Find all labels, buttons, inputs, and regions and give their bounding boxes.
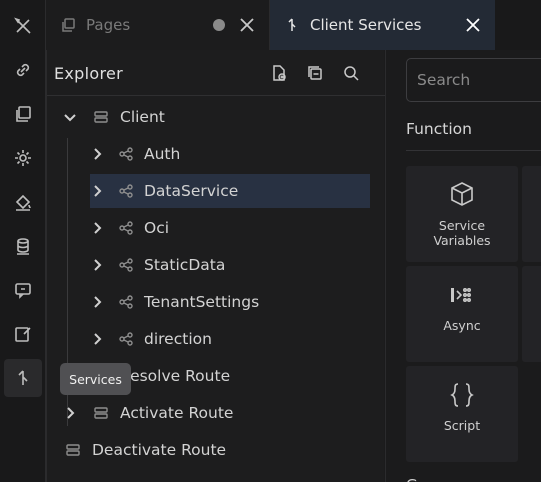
card-partial[interactable] <box>522 166 541 262</box>
close-icon[interactable] <box>239 17 255 33</box>
next-section-title: G <box>406 476 418 482</box>
card-service-variables[interactable]: Service Variables <box>406 166 518 262</box>
tree-item-label: Auth <box>144 145 181 163</box>
edit-icon[interactable] <box>4 315 42 353</box>
chevron-right-icon[interactable] <box>90 258 104 272</box>
new-file-icon[interactable] <box>270 64 288 82</box>
database-icon[interactable] <box>4 227 42 265</box>
tab-bar: Pages Client Services <box>46 0 541 50</box>
tools-icon[interactable] <box>4 7 42 45</box>
toolbox-panel: Function Service Variables Async Script … <box>385 50 541 482</box>
chevron-right-icon[interactable] <box>90 295 104 309</box>
card-label: Async <box>443 318 481 333</box>
server-icon <box>65 442 81 458</box>
tab-label: Pages <box>86 16 131 34</box>
services-icon <box>284 17 300 33</box>
service-node-icon <box>118 331 134 347</box>
cube-icon <box>447 180 477 210</box>
tree-item-label: Resolve Route <box>120 367 231 385</box>
card-label: Script <box>443 418 481 433</box>
search-input[interactable] <box>406 58 541 102</box>
pages-icon <box>60 17 76 33</box>
tree-item-activate-route[interactable]: Activate Route <box>63 396 363 430</box>
tree-item-label: Deactivate Route <box>92 441 227 459</box>
tree-item-dataservice[interactable]: DataService <box>90 174 370 208</box>
card-partial[interactable] <box>522 266 541 362</box>
server-icon <box>93 109 109 125</box>
tree-item-oci[interactable]: Oci <box>90 211 370 245</box>
tree-item-label: Oci <box>144 219 170 237</box>
card-async[interactable]: Async <box>406 266 518 362</box>
tree-item-client[interactable]: Client <box>63 100 363 134</box>
tree-item-label: Client <box>120 108 165 126</box>
card-script[interactable]: Script <box>406 366 518 462</box>
explorer-panel: Explorer Client Auth DataService Oci Sta… <box>46 50 385 482</box>
card-label: Service Variables <box>433 218 491 248</box>
explorer-header: Explorer <box>47 50 385 96</box>
chevron-right-icon[interactable] <box>90 147 104 161</box>
services-tooltip: Services <box>60 363 131 395</box>
tree-item-tenantsettings[interactable]: TenantSettings <box>90 285 370 319</box>
service-node-icon <box>118 146 134 162</box>
async-icon <box>447 280 477 310</box>
link-icon[interactable] <box>4 51 42 89</box>
services-icon[interactable] <box>4 359 42 397</box>
tree-item-direction[interactable]: direction <box>90 322 370 356</box>
chevron-right-icon[interactable] <box>90 332 104 346</box>
collapse-all-icon[interactable] <box>306 64 324 82</box>
tree-item-label: direction <box>144 330 212 348</box>
theme-icon[interactable] <box>4 183 42 221</box>
service-node-icon <box>118 183 134 199</box>
service-node-icon <box>118 220 134 236</box>
tree-item-staticdata[interactable]: StaticData <box>90 248 370 282</box>
tree-item-label: StaticData <box>144 256 226 274</box>
search-icon[interactable] <box>342 64 360 82</box>
chevron-down-icon[interactable] <box>63 110 77 124</box>
braces-icon <box>447 380 477 410</box>
chevron-right-icon[interactable] <box>90 221 104 235</box>
tab-label: Client Services <box>310 16 422 34</box>
tree-item-label: TenantSettings <box>144 293 260 311</box>
tree-item-label: Activate Route <box>120 404 234 422</box>
settings-icon[interactable] <box>4 139 42 177</box>
service-node-icon <box>118 257 134 273</box>
tree-item-deactivate-route[interactable]: Deactivate Route <box>63 433 363 467</box>
pages-icon[interactable] <box>4 95 42 133</box>
chevron-right-icon[interactable] <box>90 184 104 198</box>
activity-bar <box>0 0 46 482</box>
section-title-function: Function <box>406 120 472 138</box>
tree-item-label: DataService <box>144 182 239 200</box>
section-divider <box>406 150 541 151</box>
tab-pages[interactable]: Pages <box>46 0 270 50</box>
chat-icon[interactable] <box>4 271 42 309</box>
chevron-right-icon[interactable] <box>63 406 77 420</box>
server-icon <box>93 405 109 421</box>
explorer-title: Explorer <box>54 64 124 83</box>
tree-item-auth[interactable]: Auth <box>90 137 370 171</box>
tab-client-services[interactable]: Client Services <box>270 0 495 50</box>
modified-dot-icon <box>213 19 225 31</box>
service-node-icon <box>118 294 134 310</box>
close-icon[interactable] <box>465 17 481 33</box>
